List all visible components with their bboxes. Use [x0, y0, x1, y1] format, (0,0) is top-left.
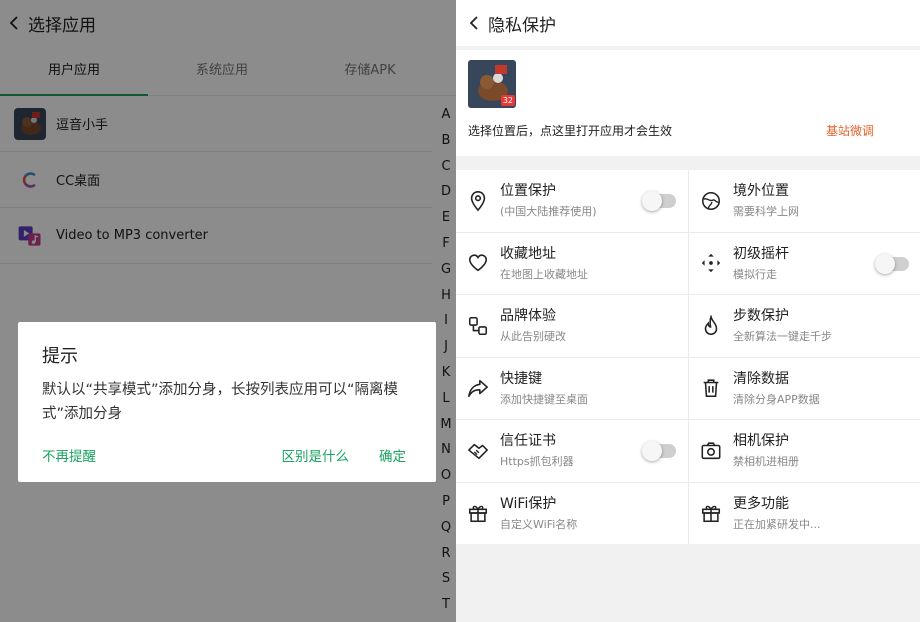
feature-title: 步数保护	[733, 308, 789, 325]
feature-brand-experience[interactable]: 品牌体验从此告别硬改	[456, 295, 688, 357]
feature-subtitle: 自定义WiFi名称	[500, 517, 578, 531]
selected-app-card[interactable]: 32 选择位置后，点这里打开应用才会生效 基站微调	[456, 50, 920, 156]
feature-title: 快捷键	[500, 370, 542, 387]
page-title: 隐私保护	[488, 15, 556, 36]
trust-certificate-toggle[interactable]	[642, 441, 676, 461]
feature-title: 位置保护	[500, 183, 556, 200]
base-station-adjust-link[interactable]: 基站微调	[826, 122, 874, 139]
feature-title: 品牌体验	[500, 308, 556, 325]
feature-subtitle: Https抓包利器	[500, 455, 574, 469]
feature-subtitle: 清除分身APP数据	[733, 392, 820, 406]
feature-more[interactable]: 更多功能正在加紧研发中...	[689, 482, 920, 544]
feature-step-protect[interactable]: 步数保护全新算法一键走千步	[689, 295, 920, 357]
feature-subtitle: (中国大陆推荐使用)	[500, 205, 597, 219]
brand-icon	[466, 314, 490, 338]
gift-icon	[466, 501, 490, 525]
feature-clear-data[interactable]: 清除数据清除分身APP数据	[689, 357, 920, 419]
feature-title: WiFi保护	[500, 495, 557, 512]
dont-remind-button[interactable]: 不再提醒	[42, 445, 96, 465]
feature-shortcut[interactable]: 快捷键添加快捷键至桌面	[456, 357, 688, 419]
feature-subtitle: 添加快捷键至桌面	[500, 392, 588, 406]
privacy-protection-screen: 隐私保护 32 选择位置后，点这里打开应用才会生效 基站微调 位置保护 (中国大陆…	[456, 0, 920, 622]
dialog-title: 提示	[42, 346, 78, 367]
what-is-difference-button[interactable]: 区别是什么	[282, 445, 350, 465]
feature-subtitle: 从此告别硬改	[500, 330, 566, 344]
privacy-header: 隐私保护	[456, 0, 920, 46]
feature-joystick[interactable]: 初级摇杆 模拟行走	[689, 232, 920, 294]
select-app-screen: 选择应用 用户应用 系统应用 存储APK 逗音小手 CC桌面 Video to …	[0, 0, 456, 622]
heart-icon	[466, 251, 490, 275]
location-protect-toggle[interactable]	[642, 191, 676, 211]
handshake-icon	[466, 439, 490, 463]
feature-overseas-location[interactable]: 境外位置需要科学上网	[689, 170, 920, 232]
app-badge: 32	[500, 95, 515, 106]
feature-title: 清除数据	[733, 370, 789, 387]
app-card-hint: 选择位置后，点这里打开应用才会生效	[468, 124, 673, 138]
camera-icon	[699, 439, 723, 463]
dialog-scrim	[0, 0, 456, 622]
brown-bear-app-icon: 32	[468, 60, 516, 108]
joystick-arrows-icon	[699, 251, 723, 275]
feature-title: 初级摇杆	[733, 245, 789, 262]
flame-icon	[699, 314, 723, 338]
feature-grid: 位置保护 (中国大陆推荐使用) 境外位置需要科学上网 收藏地址在地图上收藏地址 初…	[456, 170, 920, 544]
feature-location-protect[interactable]: 位置保护 (中国大陆推荐使用)	[456, 170, 688, 232]
feature-subtitle: 在地图上收藏地址	[500, 267, 588, 281]
share-arrow-icon	[466, 376, 490, 400]
feature-subtitle: 模拟行走	[733, 267, 777, 281]
back-arrow-icon[interactable]	[466, 14, 484, 32]
feature-title: 收藏地址	[500, 245, 556, 262]
joystick-toggle[interactable]	[875, 253, 909, 274]
trash-icon	[699, 376, 723, 400]
feature-title: 更多功能	[733, 495, 789, 512]
feature-subtitle: 正在加紧研发中...	[733, 517, 821, 531]
feature-title: 相机保护	[733, 433, 789, 450]
location-pin-icon	[466, 189, 490, 213]
dialog-message: 默认以“共享模式”添加分身，长按列表应用可以“隔离模式”添加分身	[42, 382, 399, 422]
gift-icon	[699, 501, 723, 525]
feature-subtitle: 需要科学上网	[733, 205, 799, 219]
feature-title: 境外位置	[733, 183, 789, 200]
feature-subtitle: 全新算法一键走千步	[733, 330, 832, 344]
feature-trust-certificate[interactable]: 信任证书 Https抓包利器	[456, 420, 688, 482]
globe-icon	[699, 189, 723, 213]
feature-wifi-protect[interactable]: WiFi保护自定义WiFi名称	[456, 482, 688, 544]
feature-favorite-address[interactable]: 收藏地址在地图上收藏地址	[456, 232, 688, 294]
feature-camera-protect[interactable]: 相机保护禁相机进相册	[689, 420, 920, 482]
confirm-button[interactable]: 确定	[379, 445, 406, 465]
feature-subtitle: 禁相机进相册	[733, 455, 799, 469]
tip-dialog: 提示 默认以“共享模式”添加分身，长按列表应用可以“隔离模式”添加分身 不再提醒…	[18, 322, 436, 482]
feature-title: 信任证书	[500, 433, 556, 450]
dialog-actions: 不再提醒 区别是什么 确定	[42, 445, 406, 465]
